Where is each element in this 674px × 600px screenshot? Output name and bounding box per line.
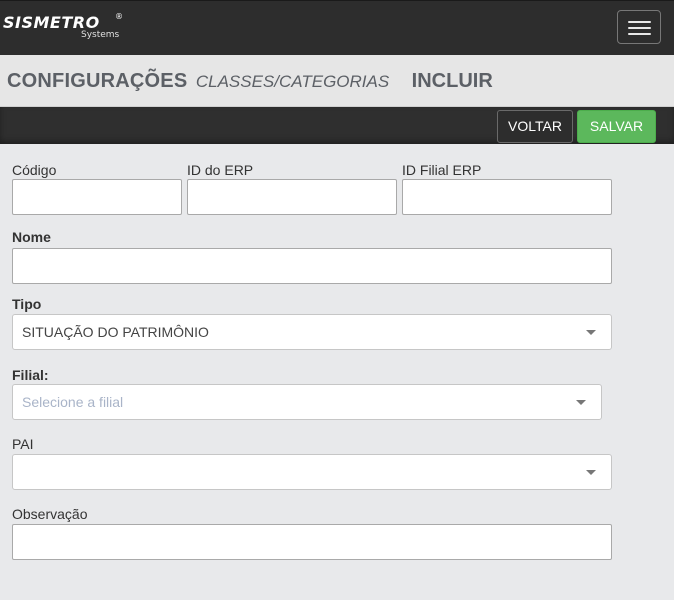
logo-registered-mark: ® [115, 12, 123, 21]
tipo-selected-value: SITUAÇÃO DO PATRIMÔNIO [22, 324, 209, 340]
filial-placeholder: Selecione a filial [22, 394, 124, 410]
tipo-label: Tipo [12, 296, 42, 312]
top-navbar: SISMETRO ® Systems [0, 0, 674, 55]
action-toolbar: VOLTAR SALVAR [0, 107, 674, 144]
pai-select[interactable] [12, 454, 612, 490]
breadcrumb-section: CONFIGURAÇÕES [7, 70, 188, 92]
codigo-input[interactable] [12, 179, 182, 215]
breadcrumb-action: INCLUIR [411, 70, 493, 92]
logo-subtitle: Systems [81, 30, 120, 40]
page-title: CONFIGURAÇÕES CLASSES/CATEGORIAS INCLUIR [7, 69, 493, 95]
filial-label: Filial: [12, 367, 49, 383]
observacao-label: Observação [12, 506, 88, 522]
chevron-down-icon [586, 330, 596, 335]
chevron-down-icon [576, 400, 586, 405]
codigo-label: Código [12, 162, 57, 178]
back-button[interactable]: VOLTAR [497, 110, 573, 143]
hamburger-menu-button[interactable] [617, 10, 661, 44]
id-filial-erp-label: ID Filial ERP [402, 162, 482, 178]
nome-input[interactable] [12, 248, 612, 284]
sismetro-logo[interactable]: SISMETRO ® Systems [3, 12, 133, 45]
id-erp-input[interactable] [187, 179, 397, 215]
category-form: Código ID do ERP ID Filial ERP Nome Tipo… [0, 144, 674, 600]
chevron-down-icon [586, 470, 596, 475]
breadcrumb-subsection: CLASSES/CATEGORIAS [195, 72, 390, 91]
filial-select[interactable]: Selecione a filial [12, 384, 602, 420]
save-button[interactable]: SALVAR [577, 110, 656, 143]
id-filial-erp-input[interactable] [402, 179, 612, 215]
page-title-bar: CONFIGURAÇÕES CLASSES/CATEGORIAS INCLUIR [0, 55, 674, 107]
observacao-input[interactable] [12, 524, 612, 560]
id-erp-label: ID do ERP [187, 162, 254, 178]
tipo-select[interactable]: SITUAÇÃO DO PATRIMÔNIO [12, 314, 612, 350]
hamburger-menu-icon [628, 21, 651, 23]
nome-label: Nome [12, 229, 51, 245]
pai-label: PAI [12, 436, 34, 452]
